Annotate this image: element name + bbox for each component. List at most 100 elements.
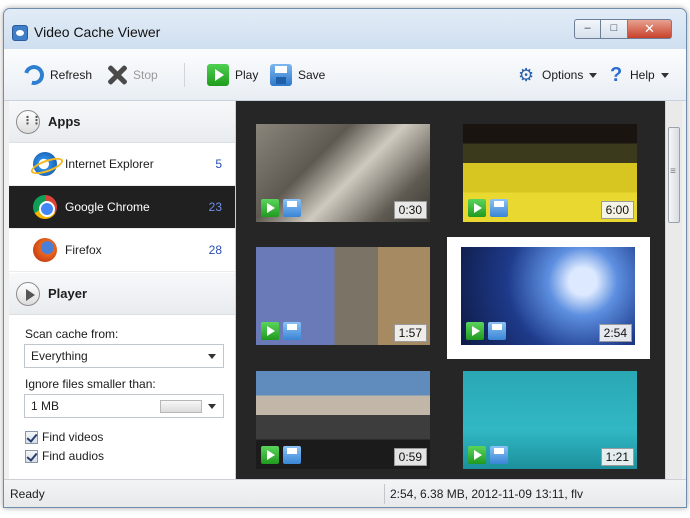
app-name: Firefox [65,243,102,257]
toolbar: Refresh Stop Play Save ⚙ Options ? Help [4,49,686,101]
save-icon[interactable] [283,322,301,340]
find-audios-checkbox[interactable]: Find audios [25,449,104,463]
video-thumbnail[interactable]: 0:59 [256,371,430,469]
selected-video-info: 2:54, 6.38 MB, 2012-11-09 13:11, flv [390,487,584,501]
play-icon[interactable] [261,446,279,464]
checkbox-checked-icon[interactable] [25,430,38,444]
toolbar-separator [184,63,185,87]
video-duration: 1:21 [600,448,634,466]
gear-icon: ⚙ [518,65,535,85]
gallery-scrollbar[interactable] [665,101,682,479]
sidebar-item-firefox[interactable]: Firefox 28 [9,229,235,272]
window-title: Video Cache Viewer [34,24,161,40]
find-videos-label: Find videos [42,430,104,444]
player-icon [16,281,40,306]
stop-label: Stop [133,68,158,82]
video-thumbnail-card[interactable]: 0:30 [243,111,443,231]
chevron-down-icon [208,404,216,409]
app-name: Internet Explorer [65,157,154,171]
title-bar[interactable]: Video Cache Viewer – □ ✕ [4,9,686,49]
chrome-icon [33,195,57,219]
refresh-button[interactable]: Refresh [20,61,93,89]
help-menu-button[interactable]: ? Help [610,63,669,87]
maximize-button[interactable]: □ [601,19,628,39]
save-button[interactable]: Save [270,63,325,87]
save-icon[interactable] [283,446,301,464]
sidebar: Apps Internet Explorer 5 Google Chrome 2… [9,101,236,479]
sidebar-item-google-chrome[interactable]: Google Chrome 23 [9,186,235,229]
apps-section-header[interactable]: Apps [9,101,235,143]
video-thumbnail-card[interactable]: 0:59 [243,358,443,478]
play-button[interactable]: Play [207,63,258,87]
refresh-label: Refresh [50,68,93,82]
app-window: Video Cache Viewer – □ ✕ Refresh Stop Pl… [3,8,687,508]
minimize-button[interactable]: – [574,19,601,39]
app-logo-icon [12,25,28,41]
internet-explorer-icon [33,152,57,176]
ignore-size-label: Ignore files smaller than: [25,377,156,391]
save-icon[interactable] [488,322,506,340]
stop-button[interactable]: Stop [107,63,158,87]
save-icon[interactable] [283,199,301,217]
video-thumbnail[interactable]: 1:57 [256,247,430,345]
app-count: 23 [208,200,222,214]
apps-header-label: Apps [48,114,81,129]
video-duration: 6:00 [600,201,634,219]
video-thumbnail-card[interactable]: 1:57 [243,234,443,354]
chevron-down-icon [589,72,598,78]
play-icon[interactable] [466,322,484,340]
checkbox-checked-icon[interactable] [25,449,38,463]
options-label: Options [542,68,584,82]
player-header-label: Player [48,286,88,301]
video-duration: 0:59 [393,448,427,466]
size-slider[interactable] [160,400,202,413]
play-icon[interactable] [261,199,279,217]
ignore-size-select[interactable]: 1 MB [24,394,224,418]
video-duration: 1:57 [393,324,427,342]
ignore-size-value: 1 MB [31,399,60,413]
status-divider [384,484,385,504]
firefox-icon [33,238,57,262]
play-icon[interactable] [468,446,486,464]
video-duration: 0:30 [393,201,427,219]
video-thumbnail[interactable]: 1:21 [463,371,637,469]
play-label: Play [235,68,259,82]
video-gallery: 0:30 6:00 1:57 2:54 0:59 1:21 [236,101,665,479]
app-count: 28 [208,243,222,257]
video-thumbnail-card[interactable]: 6:00 [450,111,650,231]
help-label: Help [630,68,655,82]
play-icon[interactable] [468,199,486,217]
video-thumbnail-card-selected[interactable]: 2:54 [447,237,650,359]
refresh-icon [20,61,48,89]
status-text: Ready [10,487,45,501]
save-icon[interactable] [490,199,508,217]
apps-icon [16,109,40,134]
play-icon[interactable] [261,322,279,340]
status-bar: Ready 2:54, 6.38 MB, 2012-11-09 13:11, f… [4,479,686,507]
find-audios-label: Find audios [42,449,105,463]
close-button[interactable]: ✕ [628,19,672,39]
scrollbar-thumb[interactable] [668,127,680,223]
help-icon: ? [610,64,623,86]
player-section-header[interactable]: Player [9,273,235,315]
find-videos-checkbox[interactable]: Find videos [25,430,103,444]
video-thumbnail-card[interactable]: 1:21 [450,358,650,478]
app-name: Google Chrome [65,200,150,214]
save-label: Save [298,68,326,82]
scan-cache-label: Scan cache from: [25,327,119,341]
chevron-down-icon [208,354,216,359]
chevron-down-icon [660,72,669,78]
stop-icon [107,65,127,85]
scan-cache-select[interactable]: Everything [24,344,224,368]
options-menu-button[interactable]: ⚙ Options [518,63,598,87]
video-thumbnail[interactable]: 6:00 [463,124,637,222]
video-thumbnail[interactable]: 0:30 [256,124,430,222]
save-icon [270,64,292,86]
scan-cache-value: Everything [31,349,88,363]
save-icon[interactable] [490,446,508,464]
app-count: 5 [215,157,222,171]
video-thumbnail[interactable]: 2:54 [461,247,635,345]
sidebar-item-internet-explorer[interactable]: Internet Explorer 5 [9,143,235,186]
video-duration: 2:54 [598,324,632,342]
play-icon [207,64,229,86]
